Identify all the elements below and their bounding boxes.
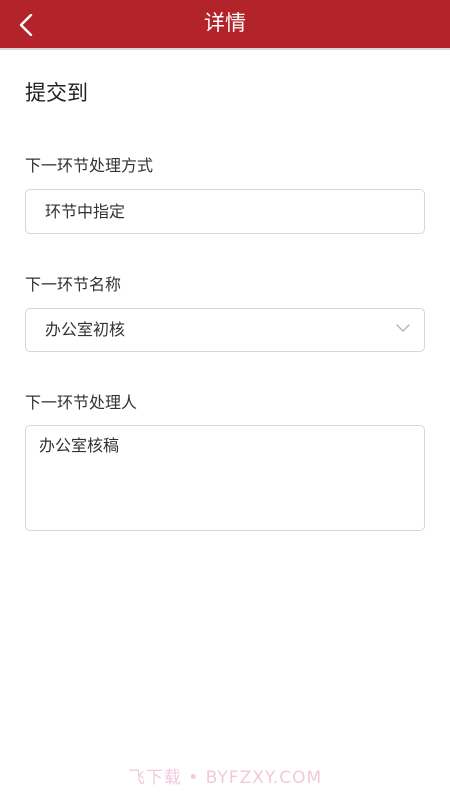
process-mode-value: 环节中指定 xyxy=(45,202,126,221)
screen: 详情 提交到 下一环节处理方式 环节中指定 下一环节名称 办公室初核 下一环节处… xyxy=(0,0,450,800)
page-title: 详情 xyxy=(204,11,246,35)
step-name-select[interactable]: 办公室初核 xyxy=(25,308,425,352)
step-name-label: 下一环节名称 xyxy=(25,275,122,294)
chevron-down-icon xyxy=(396,324,410,332)
process-mode-field[interactable]: 环节中指定 xyxy=(25,189,425,234)
section-title: 提交到 xyxy=(25,81,88,105)
watermark: 飞下载 • BYFZXY.COM xyxy=(127,768,323,788)
handler-value: 办公室核稿 xyxy=(39,436,120,455)
handler-textarea[interactable]: 办公室核稿 xyxy=(25,425,425,531)
top-navbar: 详情 xyxy=(0,0,450,50)
step-name-value: 办公室初核 xyxy=(45,320,126,339)
handler-label: 下一环节处理人 xyxy=(25,393,138,412)
process-mode-label: 下一环节处理方式 xyxy=(25,156,154,175)
